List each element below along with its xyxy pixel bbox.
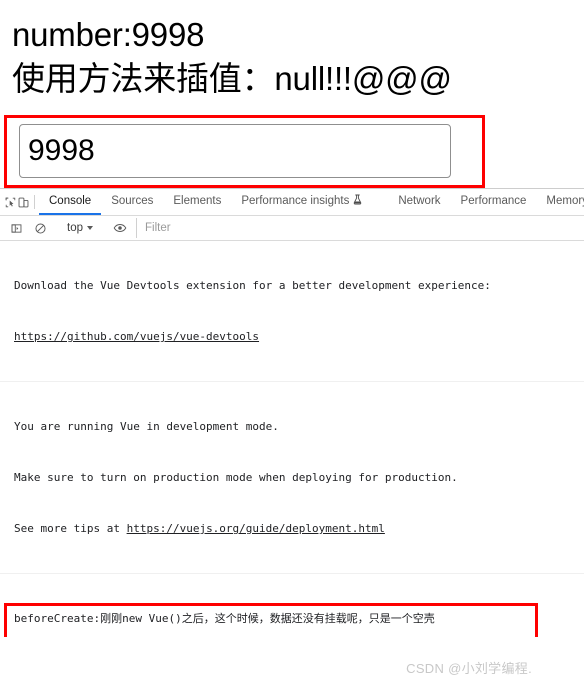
tab-performance-insights[interactable]: Performance insights xyxy=(231,189,372,215)
vue-deployment-link[interactable]: https://vuejs.org/guide/deployment.html xyxy=(127,522,385,535)
devtools-tab-bar: Console Sources Elements Performance ins… xyxy=(0,189,584,216)
tab-console[interactable]: Console xyxy=(39,189,102,215)
console-message[interactable]: You are running Vue in development mode.… xyxy=(0,382,584,574)
tab-memory-label: Memory xyxy=(546,195,584,207)
flask-icon xyxy=(353,194,362,208)
console-message-line: You are running Vue in development mode. xyxy=(14,420,279,433)
devtools-panel: Console Sources Elements Performance ins… xyxy=(0,188,584,690)
tab-performance-label: Performance xyxy=(460,195,527,207)
csdn-watermark: CSDN @小刘学编程. xyxy=(406,661,532,676)
execution-context-select[interactable]: top xyxy=(61,222,99,234)
console-message-list[interactable]: Download the Vue Devtools extension for … xyxy=(0,241,584,637)
number-input[interactable] xyxy=(19,124,451,178)
console-message-line: beforeCreate:刚刚new Vue()之后，这个时候，数据还没有挂载呢… xyxy=(14,612,435,625)
console-message-line: See more tips at https://vuejs.org/guide… xyxy=(14,522,385,535)
web-page-preview: number:9998 使用方法来插值：null!!!@@@ xyxy=(0,0,584,188)
tab-network-label: Network xyxy=(398,195,441,207)
page-title-method: 使用方法来插值：null!!!@@@ xyxy=(12,60,452,98)
tab-performance-insights-label: Performance insights xyxy=(241,195,350,207)
console-message-line: Download the Vue Devtools extension for … xyxy=(14,279,491,292)
tab-sources-label: Sources xyxy=(111,195,154,207)
tab-console-label: Console xyxy=(49,195,92,207)
console-message[interactable]: Download the Vue Devtools extension for … xyxy=(0,241,584,382)
console-sidebar-icon[interactable] xyxy=(4,222,28,235)
console-control-bar: top xyxy=(0,216,584,241)
tab-sources[interactable]: Sources xyxy=(101,189,163,215)
toolbar-divider xyxy=(34,195,35,209)
console-message[interactable]: beforeCreate:刚刚new Vue()之后，这个时候，数据还没有挂载呢… xyxy=(0,574,584,637)
console-filter-input[interactable] xyxy=(136,218,584,238)
inspect-element-icon[interactable] xyxy=(4,189,17,215)
console-message-link[interactable]: https://github.com/vuejs/vue-devtools xyxy=(14,328,584,345)
tab-elements[interactable]: Elements xyxy=(163,189,231,215)
vue-devtools-link[interactable]: https://github.com/vuejs/vue-devtools xyxy=(14,330,259,343)
tab-memory[interactable]: Memory xyxy=(536,189,584,215)
page-title-number: number:9998 xyxy=(12,16,205,53)
console-message-line: Make sure to turn on production mode whe… xyxy=(14,471,458,484)
live-expression-icon[interactable] xyxy=(108,221,132,235)
tab-performance[interactable]: Performance xyxy=(451,189,537,215)
execution-context-label: top xyxy=(67,222,83,234)
clear-console-icon[interactable] xyxy=(28,222,52,235)
tab-elements-label: Elements xyxy=(173,195,222,207)
tab-network[interactable]: Network xyxy=(388,189,450,215)
device-toolbar-icon[interactable] xyxy=(17,189,30,215)
chevron-down-icon xyxy=(87,226,93,230)
